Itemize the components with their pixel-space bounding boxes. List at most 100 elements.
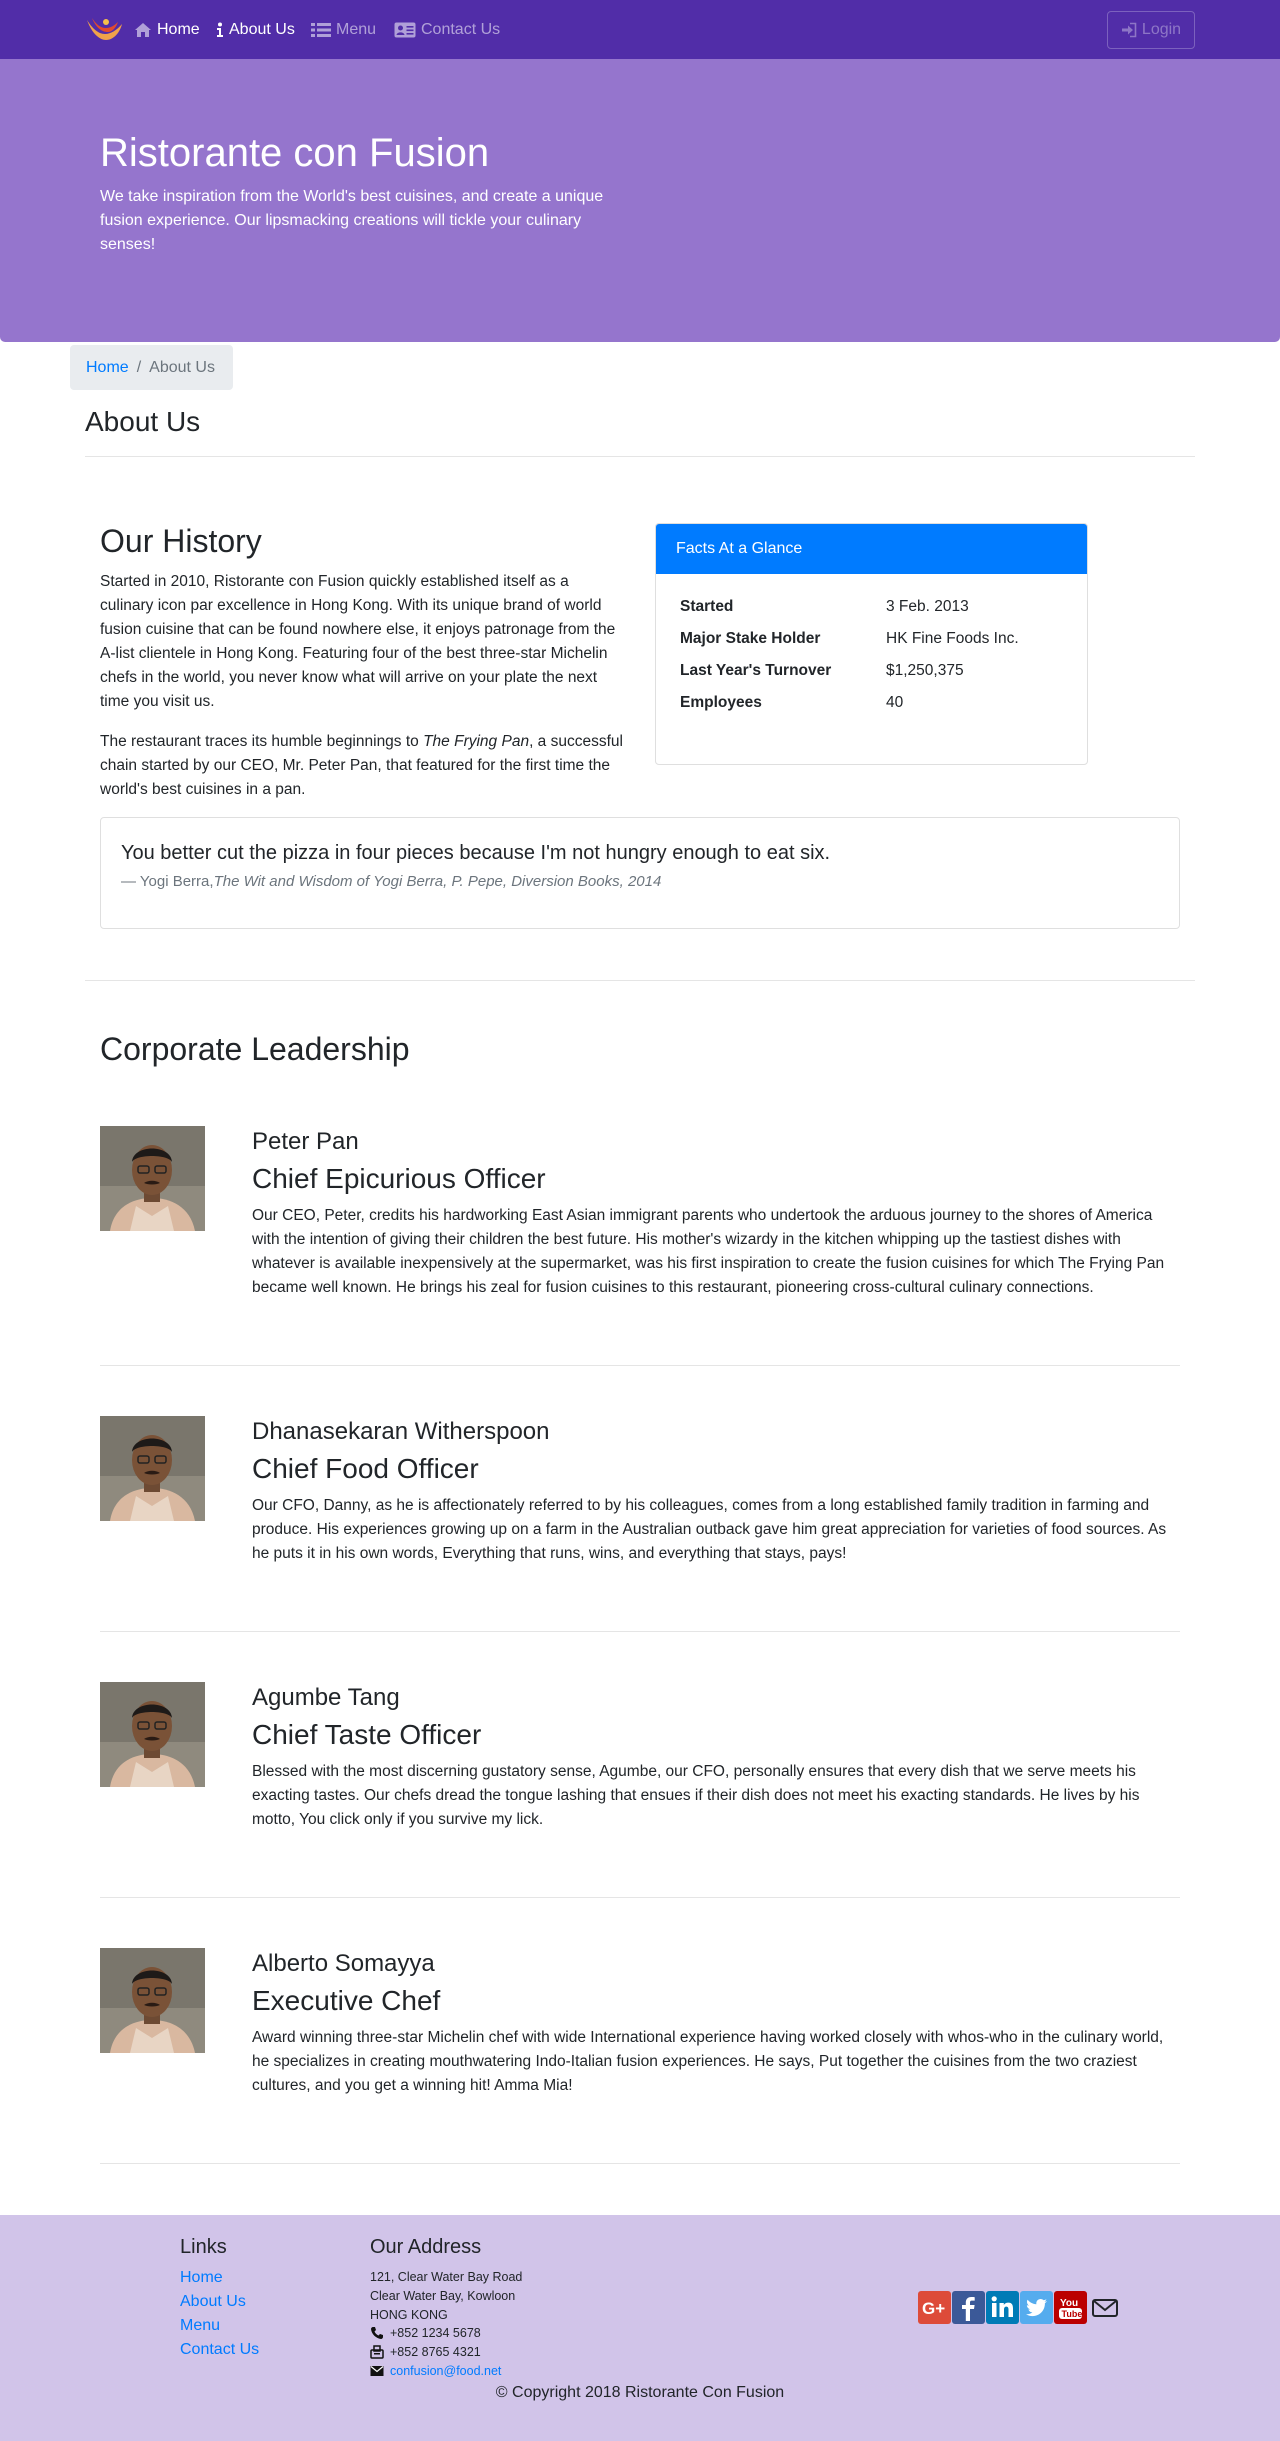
svg-text:You: You <box>1060 2298 1078 2309</box>
footer-address-heading: Our Address <box>370 2236 482 2258</box>
footer-phone: +852 1234 5678 <box>370 2326 481 2340</box>
leader-name: Peter Pan <box>252 1128 359 1155</box>
facts-card: Facts At a Glance Started 3 Feb. 2013 Ma… <box>655 523 1088 765</box>
fact-value: HK Fine Foods Inc. <box>886 630 1019 647</box>
fax-icon <box>370 2345 384 2359</box>
jumbotron-title: Ristorante con Fusion <box>100 131 490 175</box>
leader-name: Dhanasekaran Witherspoon <box>252 1418 550 1445</box>
brand-logo[interactable] <box>84 14 124 46</box>
nav-home[interactable]: Home <box>134 18 200 42</box>
footer-email: confusion@food.net <box>370 2364 501 2378</box>
facts-card-header: Facts At a Glance <box>656 524 1087 574</box>
footer-link-home[interactable]: Home <box>180 2269 223 2287</box>
leader-photo <box>100 1948 205 2053</box>
page-title: About Us <box>85 406 201 437</box>
fact-key: Employees <box>680 694 762 711</box>
quote-card: You better cut the pizza in four pieces … <box>100 817 1180 929</box>
info-icon <box>217 22 223 37</box>
leader-role: Chief Taste Officer <box>252 1719 482 1750</box>
address-line: Clear Water Bay, Kowloon <box>370 2289 516 2303</box>
leader-photo <box>100 1126 205 1231</box>
leader-item: Agumbe Tang Chief Taste Officer Blessed … <box>100 1682 1180 1842</box>
list-icon <box>311 23 331 37</box>
nav-contact[interactable]: Contact Us <box>394 18 500 42</box>
fact-row: Employees 40 <box>680 694 903 718</box>
nav-menu[interactable]: Menu <box>311 18 376 42</box>
address-line: 121, Clear Water Bay Road <box>370 2270 523 2284</box>
leadership-title: Corporate Leadership <box>100 1031 410 1067</box>
breadcrumb-home-link[interactable]: Home <box>86 359 129 377</box>
fact-value: $1,250,375 <box>886 662 964 679</box>
home-icon <box>135 23 151 37</box>
divider <box>100 1365 1180 1366</box>
divider <box>100 2163 1180 2164</box>
leader-description: Our CEO, Peter, credits his hardworking … <box>252 1207 1165 1296</box>
nav-home-label: Home <box>157 21 200 38</box>
fact-row: Last Year's Turnover $1,250,375 <box>680 662 964 686</box>
fact-row: Started 3 Feb. 2013 <box>680 598 969 622</box>
history-title: Our History <box>100 523 262 559</box>
svg-text:Tube: Tube <box>1062 2309 1083 2319</box>
footer-link-about[interactable]: About Us <box>180 2293 246 2311</box>
divider <box>85 980 1195 981</box>
svg-text:G+: G+ <box>922 2299 945 2318</box>
leader-description: Our CFO, Danny, as he is affectionately … <box>252 1497 1167 1562</box>
linkedin-icon[interactable] <box>986 2291 1019 2324</box>
jumbotron: Ristorante con Fusion We take inspiratio… <box>0 59 1280 342</box>
leader-description: Award winning three-star Michelin chef w… <box>252 2029 1164 2094</box>
quote-author: — Yogi Berra, <box>121 873 214 890</box>
copyright: © Copyright 2018 Ristorante Con Fusion <box>495 2384 785 2401</box>
phone-number: +852 1234 5678 <box>390 2326 481 2340</box>
email-link[interactable]: confusion@food.net <box>390 2364 501 2378</box>
history-p2-text-before: The restaurant traces its humble beginni… <box>100 733 424 750</box>
breadcrumb-separator: / <box>136 358 142 376</box>
footer-fax: +852 8765 4321 <box>370 2345 481 2359</box>
nav-about[interactable]: About Us <box>216 18 295 42</box>
address-line: HONG KONG <box>370 2308 448 2322</box>
leader-photo <box>100 1682 205 1787</box>
footer-link-menu[interactable]: Menu <box>180 2317 220 2335</box>
leader-description: Blessed with the most discerning gustato… <box>252 1763 1140 1828</box>
nav-menu-label: Menu <box>336 21 377 38</box>
facebook-icon[interactable] <box>952 2291 985 2324</box>
divider <box>85 456 1195 457</box>
history-p2-emphasis: The Frying Pan <box>423 733 530 750</box>
navbar: Home About Us Menu Contact Us Login <box>0 0 1280 59</box>
footer-links-heading: Links <box>180 2236 227 2258</box>
jumbotron-text: We take inspiration from the World's bes… <box>100 188 604 253</box>
quote-text: You better cut the pizza in four pieces … <box>121 842 831 864</box>
divider <box>100 1631 1180 1632</box>
fact-key: Last Year's Turnover <box>680 662 832 679</box>
fax-number: +852 8765 4321 <box>390 2345 481 2359</box>
address-card-icon <box>394 22 416 38</box>
leader-role: Executive Chef <box>252 1985 441 2016</box>
leader-name: Alberto Somayya <box>252 1950 435 1977</box>
twitter-icon[interactable] <box>1020 2291 1053 2324</box>
breadcrumb-current: About Us <box>149 358 215 376</box>
fact-row: Major Stake Holder HK Fine Foods Inc. <box>680 630 1019 654</box>
google-plus-icon[interactable]: G+ <box>918 2291 951 2324</box>
breadcrumb: Home / About Us <box>70 345 233 390</box>
fact-value: 3 Feb. 2013 <box>886 598 969 615</box>
fact-value: 40 <box>886 694 904 711</box>
youtube-icon[interactable]: You Tube <box>1054 2291 1087 2324</box>
quote-citation: The Wit and Wisdom of Yogi Berra, P. Pep… <box>213 873 662 890</box>
nav-about-label: About Us <box>229 21 295 38</box>
phone-icon <box>371 2327 383 2339</box>
leader-role: Chief Epicurious Officer <box>252 1163 546 1194</box>
fact-key: Started <box>680 598 734 615</box>
mail-icon[interactable] <box>1090 2291 1123 2324</box>
fact-key: Major Stake Holder <box>680 630 821 647</box>
leader-role: Chief Food Officer <box>252 1453 479 1484</box>
leader-item: Alberto Somayya Executive Chef Award win… <box>100 1948 1180 2108</box>
nav-contact-label: Contact Us <box>421 21 501 38</box>
leader-item: Dhanasekaran Witherspoon Chief Food Offi… <box>100 1416 1180 1576</box>
leader-item: Peter Pan Chief Epicurious Officer Our C… <box>100 1126 1180 1306</box>
history-paragraph-1: Started in 2010, Ristorante con Fusion q… <box>100 573 616 710</box>
login-button[interactable]: Login <box>1107 11 1195 49</box>
login-label: Login <box>1141 21 1182 38</box>
envelope-icon <box>370 2366 384 2376</box>
sign-in-icon <box>1121 22 1137 38</box>
footer-link-contact[interactable]: Contact Us <box>180 2341 259 2359</box>
history-paragraph-2: The restaurant traces its humble beginni… <box>100 730 625 802</box>
